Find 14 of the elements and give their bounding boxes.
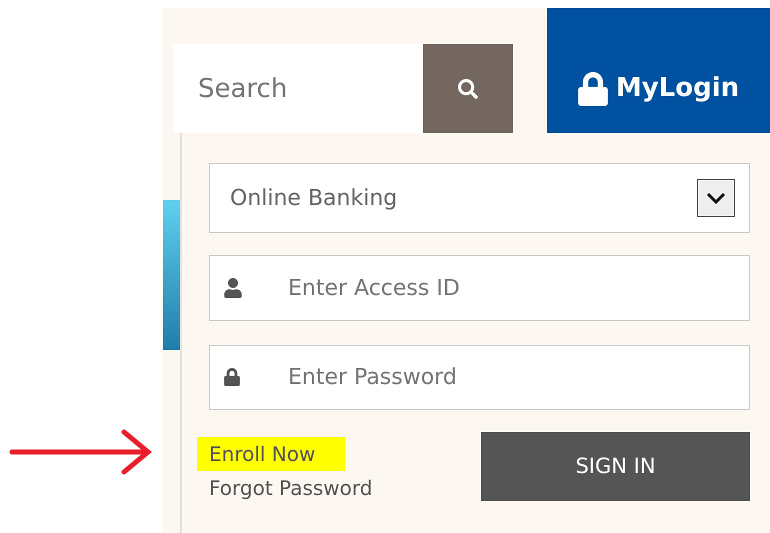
password-field[interactable]: Enter Password xyxy=(209,345,750,410)
panel-link[interactable]: Forgot Password xyxy=(197,471,384,505)
search-field[interactable]: Search xyxy=(173,44,423,133)
user-icon xyxy=(223,278,243,298)
search-button[interactable] xyxy=(423,44,513,133)
access-id-field[interactable]: Enter Access ID xyxy=(209,255,750,321)
mylogin-button[interactable]: MyLogin xyxy=(547,8,770,133)
account-type-select[interactable]: Online Banking xyxy=(209,163,750,233)
search-icon xyxy=(458,78,478,98)
lock-icon xyxy=(578,72,608,106)
lock-icon xyxy=(223,368,241,386)
panel-link[interactable]: Enroll Now xyxy=(197,437,346,471)
select-value: Online Banking xyxy=(230,184,398,212)
sign-in-button[interactable]: SIGN IN xyxy=(481,432,750,501)
